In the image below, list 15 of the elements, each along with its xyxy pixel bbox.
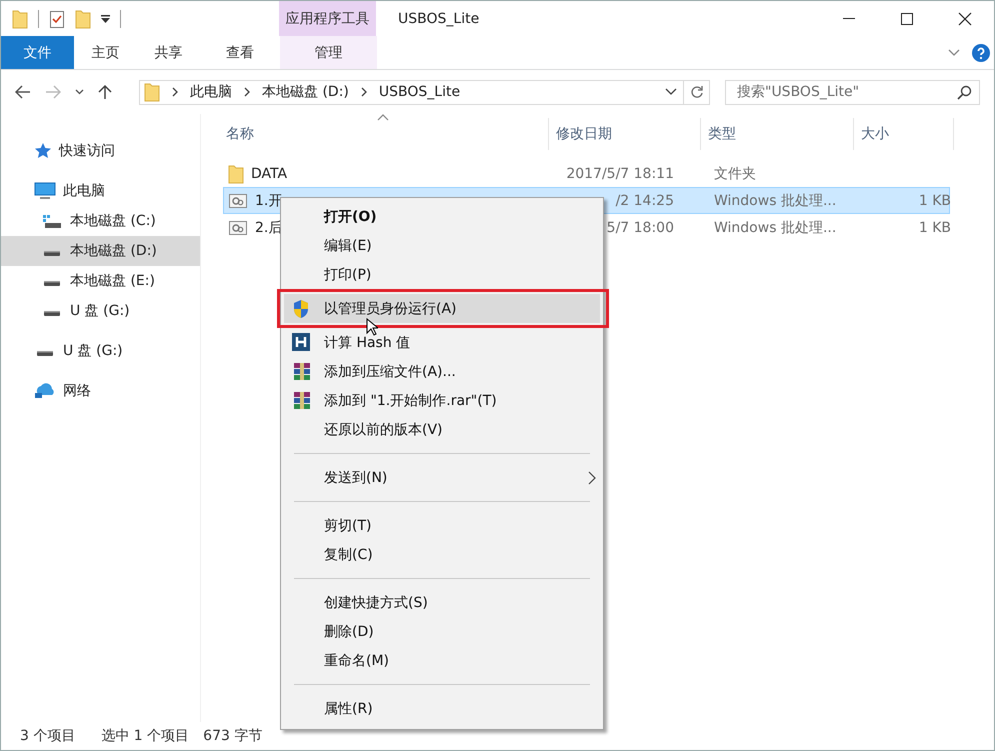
- modified-date: 2017/5/7 18:11: [565, 166, 675, 182]
- file-name: 1.开: [255, 192, 282, 210]
- selection-count: 选中 1 个项目: [101, 727, 190, 745]
- file-size: 1 KB: [918, 192, 951, 208]
- file-type: Windows 批处理...: [713, 192, 838, 210]
- tool-group-label: 应用程序工具: [279, 1, 376, 36]
- file-type: Windows 批处理...: [713, 218, 838, 236]
- modified-date: /2 14:25: [614, 192, 675, 208]
- file-type: 文件夹: [713, 164, 757, 182]
- item-count: 3 个项目: [20, 727, 76, 745]
- file-size: 1 KB: [918, 220, 951, 236]
- window-title: USBOS_Lite: [398, 10, 480, 26]
- selection-size: 673 字节: [203, 727, 262, 745]
- file-name: DATA: [251, 166, 288, 182]
- modified-date: 5/7 18:00: [606, 220, 675, 236]
